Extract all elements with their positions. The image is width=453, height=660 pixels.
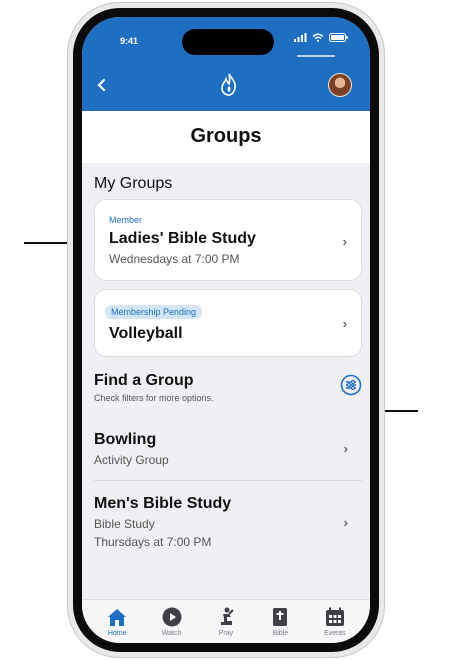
app-header: 9:41 — [82, 17, 370, 111]
status-time: 9:41 — [120, 36, 139, 46]
tab-label: Pray — [218, 630, 234, 637]
membership-pending-badge: Membership Pending — [105, 305, 203, 319]
chevron-right-icon: › — [343, 515, 348, 530]
chevron-left-icon — [97, 78, 106, 92]
tab-label: Home — [107, 630, 127, 637]
pray-icon — [220, 607, 234, 625]
tab-bible[interactable]: Bible — [257, 606, 303, 643]
play-icon — [162, 607, 182, 627]
filter-icon — [340, 374, 362, 396]
phone-frame: 9:41 Groups My Groups Member Ladies' Bib… — [67, 2, 385, 658]
calendar-icon — [325, 607, 344, 626]
dynamic-island — [182, 29, 274, 55]
tab-label: Bible — [272, 630, 289, 637]
tab-pray[interactable]: Pray — [203, 606, 249, 643]
user-avatar[interactable] — [328, 73, 352, 97]
find-group-heading: Find a Group — [94, 372, 194, 389]
chevron-right-icon: › — [343, 441, 348, 456]
bottom-tab-bar: Home Watch Pray Bible Events — [82, 599, 370, 643]
filter-button[interactable] — [340, 374, 362, 396]
group-name: Volleyball — [109, 325, 183, 342]
group-card-ladies-bible-study[interactable]: Member Ladies' Bible Study Wednesdays at… — [94, 199, 362, 281]
find-group-hint: Check filters for more options. — [94, 393, 214, 403]
home-icon — [108, 609, 127, 626]
group-schedule: Thursdays at 7:00 PM — [94, 535, 212, 549]
tab-label: Watch — [161, 630, 182, 637]
group-card-volleyball[interactable]: Membership Pending Volleyball › — [94, 289, 362, 357]
group-name: Ladies' Bible Study — [109, 230, 256, 247]
app-screen: 9:41 Groups My Groups Member Ladies' Bib… — [82, 17, 370, 643]
title-bar: Groups — [82, 111, 370, 163]
chevron-right-icon: › — [342, 316, 347, 331]
flame-icon — [221, 73, 236, 96]
tab-label: Events — [324, 630, 346, 637]
my-groups-heading: My Groups — [94, 175, 173, 192]
group-row-bowling[interactable]: Bowling Activity Group › — [94, 421, 362, 471]
status-icons — [294, 33, 348, 42]
wifi-icon — [312, 33, 324, 42]
signal-icon — [294, 33, 307, 42]
group-name: Bowling — [94, 431, 157, 448]
battery-icon — [329, 33, 348, 42]
tab-events[interactable]: Events — [312, 606, 358, 643]
chevron-right-icon: › — [342, 234, 347, 249]
group-schedule: Wednesdays at 7:00 PM — [109, 252, 240, 266]
member-role-label: Member — [109, 215, 143, 225]
tab-watch[interactable]: Watch — [149, 606, 195, 643]
bible-icon — [273, 608, 288, 626]
group-name: Men's Bible Study — [94, 495, 232, 512]
group-type: Activity Group — [94, 453, 169, 467]
header-indicator — [297, 55, 335, 57]
tab-home[interactable]: Home — [94, 606, 140, 643]
group-type: Bible Study — [94, 517, 155, 531]
page-title: Groups — [190, 125, 262, 147]
phone-bezel: 9:41 Groups My Groups Member Ladies' Bib… — [73, 8, 379, 652]
list-divider — [94, 480, 362, 481]
app-logo — [220, 73, 238, 102]
back-button[interactable] — [96, 78, 106, 97]
group-row-mens-bible-study[interactable]: Men's Bible Study Bible Study Thursdays … — [94, 485, 362, 553]
